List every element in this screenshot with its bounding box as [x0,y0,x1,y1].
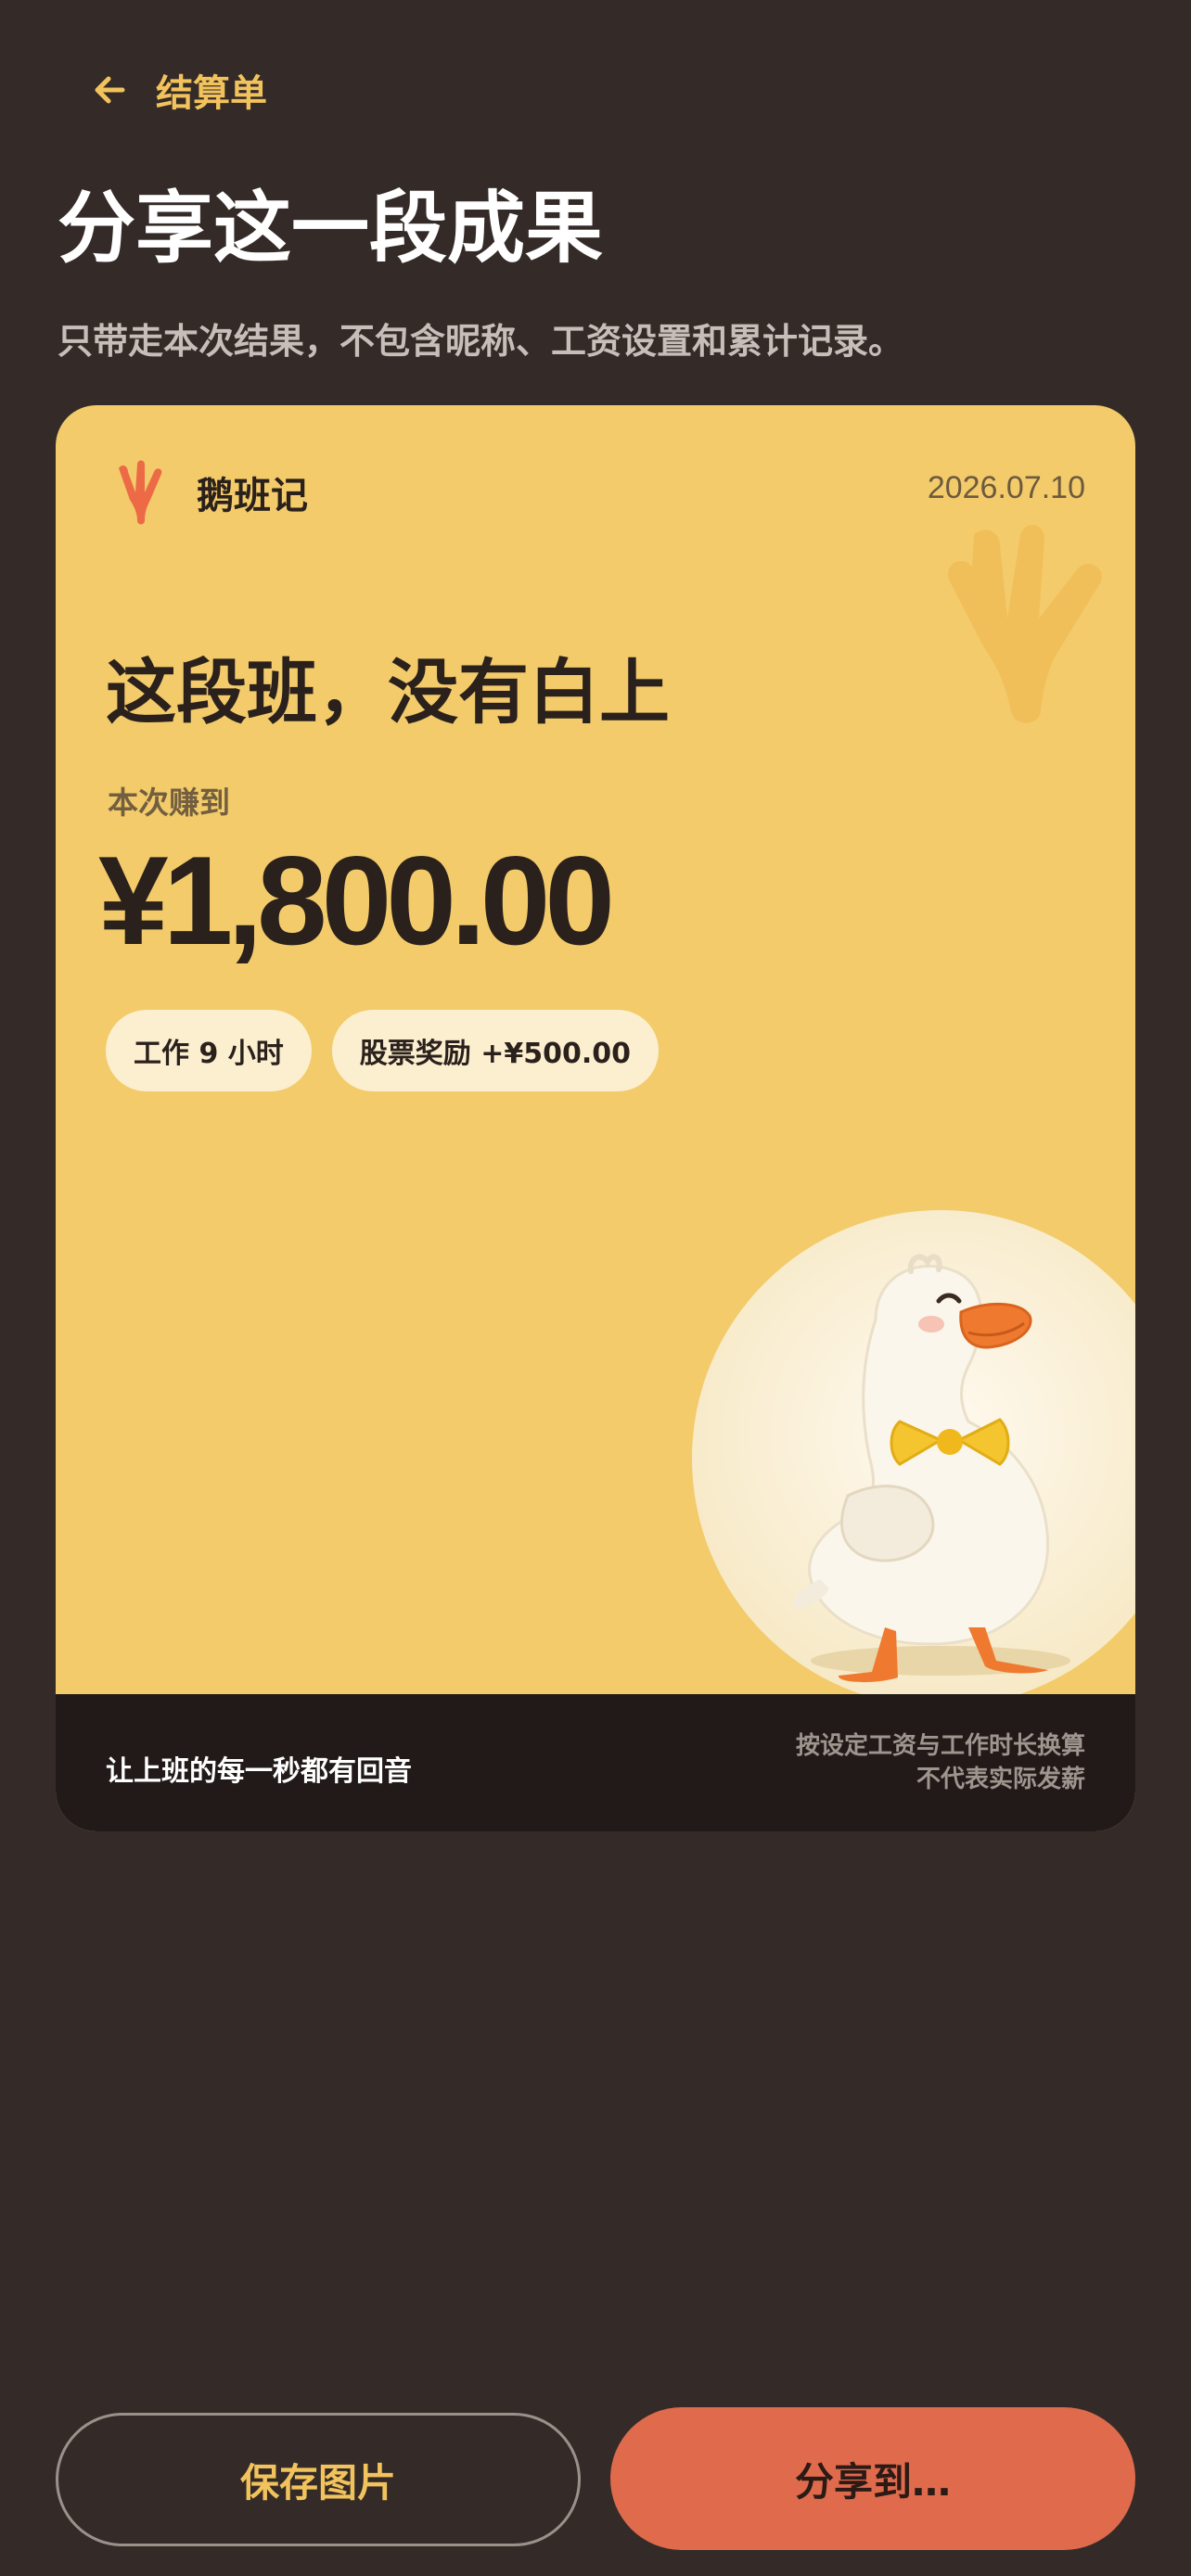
arrow-left-icon[interactable] [89,70,130,110]
work-hours-chip: 工作 9 小时 [106,1010,312,1091]
share-to-button[interactable]: 分享到… [610,2407,1135,2550]
goose-mascot-illustration [692,1210,1135,1707]
stock-bonus-chip: 股票奖励 +¥500.00 [331,1010,659,1091]
save-image-button[interactable]: 保存图片 [56,2413,581,2546]
disclaimer-line-1: 按设定工资与工作时长换算 [795,1732,1085,1760]
top-nav: 结算单 [89,57,267,122]
card-slogan: 让上班的每一秒都有回音 [106,1755,412,1788]
earn-label: 本次赚到 [108,784,230,821]
card-headline: 这段班，没有白上 [106,651,670,733]
page-subtitle: 只带走本次结果，不包含昵称、工资设置和累计记录。 [58,321,904,362]
brand-name: 鹅班记 [197,475,308,517]
share-card: 鹅班记 2026.07.10 这段班，没有白上 本次赚到 ¥1,800.00 工… [56,405,1135,1831]
card-footer: 让上班的每一秒都有回音 按设定工资与工作时长换算 不代表实际发薪 [56,1694,1135,1831]
goose-foot-icon [119,460,162,525]
stat-chips: 工作 9 小时 股票奖励 +¥500.00 [106,1010,659,1091]
earned-amount: ¥1,800.00 [98,830,615,971]
card-disclaimer: 按设定工资与工作时长换算 不代表实际发薪 [796,1729,1085,1797]
goose-foot-watermark-icon [948,525,1102,723]
nav-title: 结算单 [156,72,267,115]
card-brand: 鹅班记 [109,459,308,526]
disclaimer-line-2: 不代表实际发薪 [916,1766,1085,1794]
card-date: 2026.07.10 [927,470,1085,505]
page-title: 分享这一段成果 [58,183,604,274]
